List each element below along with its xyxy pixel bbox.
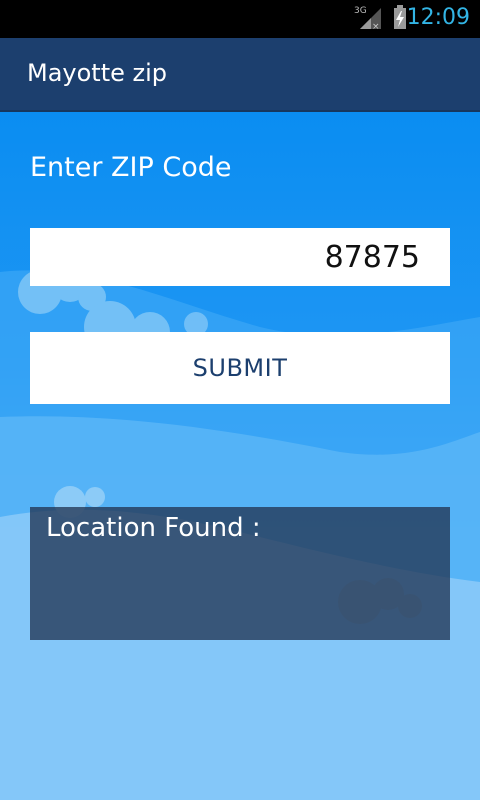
status-clock: 12:09 [406,5,470,30]
status-icons: 3G × [354,4,408,34]
zip-input[interactable] [30,228,450,286]
action-bar: Mayotte zip [0,38,480,112]
battery-charging-icon [392,4,408,34]
background-art [0,112,480,800]
svg-text:×: × [372,22,380,30]
result-panel: Location Found : [30,507,450,640]
zip-label: Enter ZIP Code [30,152,232,183]
app-title: Mayotte zip [27,59,168,87]
signal-3g-icon: 3G × [354,4,382,34]
location-found-label: Location Found : [46,513,261,543]
svg-text:3G: 3G [354,6,367,16]
status-bar: 3G × 12:09 [0,0,480,38]
submit-button[interactable]: SUBMIT [30,332,450,404]
